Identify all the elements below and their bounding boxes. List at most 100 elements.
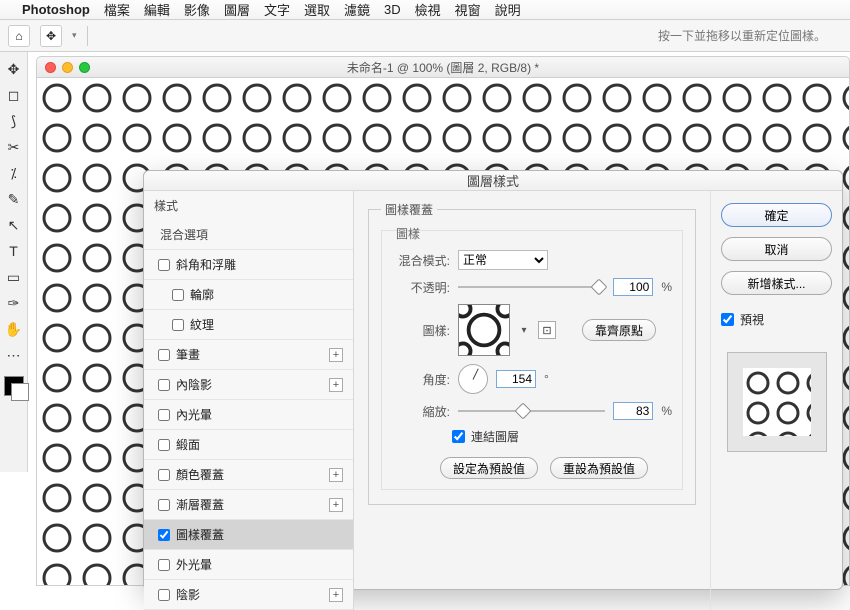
style-gradient-overlay[interactable]: 漸層覆蓋 + [144, 490, 353, 520]
path-tool-icon[interactable]: ↖ [3, 214, 25, 236]
link-layer-checkbox[interactable] [452, 430, 465, 443]
crop-tool-icon[interactable]: ✂ [3, 136, 25, 158]
lasso-tool-icon[interactable]: ⟆ [3, 110, 25, 132]
zoom-icon[interactable] [79, 62, 90, 73]
style-inner-shadow-checkbox[interactable] [158, 379, 170, 391]
add-inner-shadow-icon[interactable]: + [329, 378, 343, 392]
menu-file[interactable]: 檔案 [104, 0, 130, 19]
angle-input[interactable] [496, 370, 536, 388]
style-stroke-checkbox[interactable] [158, 349, 170, 361]
menu-edit[interactable]: 編輯 [144, 0, 170, 19]
preview-checkbox[interactable] [721, 313, 734, 326]
close-icon[interactable] [45, 62, 56, 73]
type-tool-icon[interactable]: T [3, 240, 25, 262]
style-outer-glow-checkbox[interactable] [158, 559, 170, 571]
menu-image[interactable]: 影像 [184, 0, 210, 19]
style-list: 樣式 混合選項 斜角和浮雕 輪廓 紋理 筆畫 + 內陰影 [144, 191, 354, 610]
eyedropper2-icon[interactable]: ✑ [3, 292, 25, 314]
style-bevel[interactable]: 斜角和浮雕 [144, 250, 353, 280]
opacity-slider[interactable] [458, 280, 605, 294]
marquee-tool-icon[interactable]: ◻ [3, 84, 25, 106]
angle-row: 角度: ° [392, 364, 672, 394]
toolbox: ✥ ◻ ⟆ ✂ ⁒ ✎ ↖ T ▭ ✑ ✋ ⋯ [0, 52, 28, 472]
move-tool-dropdown-icon[interactable]: ▾ [72, 30, 77, 41]
style-outer-glow[interactable]: 外光暈 [144, 550, 353, 580]
macos-menubar: Photoshop 檔案 編輯 影像 圖層 文字 選取 濾鏡 3D 檢視 視窗 … [0, 0, 850, 20]
menu-window[interactable]: 視窗 [455, 0, 481, 19]
styles-header[interactable]: 樣式 [144, 191, 353, 220]
document-title: 未命名-1 @ 100% (圖層 2, RGB/8) * [347, 59, 539, 76]
preview-label: 預視 [740, 311, 764, 328]
cancel-button[interactable]: 取消 [721, 237, 832, 261]
pattern-picker[interactable] [458, 304, 510, 356]
new-pattern-icon[interactable]: ⊡ [538, 321, 556, 339]
style-satin-checkbox[interactable] [158, 439, 170, 451]
ok-button[interactable]: 確定 [721, 203, 832, 227]
options-hint: 按一下並拖移以重新定位圖樣。 [658, 27, 826, 44]
menu-layer[interactable]: 圖層 [224, 0, 250, 19]
pattern-inner-group: 圖樣 混合模式: 正常 不透明: % [381, 230, 683, 490]
add-gradient-overlay-icon[interactable]: + [329, 498, 343, 512]
blend-options[interactable]: 混合選項 [144, 220, 353, 250]
style-contour-checkbox[interactable] [172, 289, 184, 301]
document-titlebar: 未命名-1 @ 100% (圖層 2, RGB/8) * [36, 56, 850, 78]
style-inner-glow-checkbox[interactable] [158, 409, 170, 421]
style-inner-shadow[interactable]: 內陰影 + [144, 370, 353, 400]
make-default-button[interactable]: 設定為預設值 [440, 457, 538, 479]
reset-default-button[interactable]: 重設為預設值 [550, 457, 648, 479]
hand-tool-icon[interactable]: ✋ [3, 318, 25, 340]
move-tool-icon[interactable]: ✥ [40, 25, 62, 47]
style-gradient-overlay-label: 漸層覆蓋 [176, 496, 224, 513]
add-color-overlay-icon[interactable]: + [329, 468, 343, 482]
home-icon[interactable]: ⌂ [8, 25, 30, 47]
blend-mode-label: 混合模式: [392, 252, 450, 269]
style-stroke[interactable]: 筆畫 + [144, 340, 353, 370]
style-drop-shadow[interactable]: 陰影 + [144, 580, 353, 610]
style-bevel-checkbox[interactable] [158, 259, 170, 271]
new-style-button[interactable]: 新增樣式... [721, 271, 832, 295]
angle-label: 角度: [392, 371, 450, 388]
style-texture[interactable]: 紋理 [144, 310, 353, 340]
style-pattern-overlay-checkbox[interactable] [158, 529, 170, 541]
pattern-overlay-group: 圖樣覆蓋 圖樣 混合模式: 正常 不透明: [368, 201, 696, 505]
app-name[interactable]: Photoshop [22, 2, 90, 17]
menu-view[interactable]: 檢視 [415, 0, 441, 19]
brush-tool-icon[interactable]: ✎ [3, 188, 25, 210]
style-color-overlay[interactable]: 顏色覆蓋 + [144, 460, 353, 490]
style-bevel-label: 斜角和浮雕 [176, 256, 236, 273]
pattern-dropdown-icon[interactable]: ▾ [518, 304, 530, 356]
menu-filter[interactable]: 濾鏡 [344, 0, 370, 19]
blend-mode-select[interactable]: 正常 [458, 250, 548, 270]
angle-dial[interactable] [458, 364, 488, 394]
pattern-label: 圖樣: [392, 322, 450, 339]
style-inner-glow[interactable]: 內光暈 [144, 400, 353, 430]
menu-3d[interactable]: 3D [384, 2, 401, 17]
style-gradient-overlay-checkbox[interactable] [158, 499, 170, 511]
more-tools-icon[interactable]: ⋯ [3, 344, 25, 366]
minimize-icon[interactable] [62, 62, 73, 73]
style-pattern-overlay[interactable]: 圖樣覆蓋 [144, 520, 353, 550]
eyedropper-tool-icon[interactable]: ⁒ [3, 162, 25, 184]
pattern-overlay-panel: 圖樣覆蓋 圖樣 混合模式: 正常 不透明: [354, 191, 710, 610]
menu-help[interactable]: 說明 [495, 0, 521, 19]
opacity-input[interactable] [613, 278, 653, 296]
blend-mode-row: 混合模式: 正常 [392, 250, 672, 270]
snap-origin-button[interactable]: 靠齊原點 [582, 319, 656, 341]
dialog-titlebar[interactable]: 圖層樣式 [144, 171, 842, 191]
style-color-overlay-checkbox[interactable] [158, 469, 170, 481]
scale-input[interactable] [613, 402, 653, 420]
move-tool-icon[interactable]: ✥ [3, 58, 25, 80]
menu-type[interactable]: 文字 [264, 0, 290, 19]
color-swatch[interactable] [4, 376, 24, 396]
style-contour[interactable]: 輪廓 [144, 280, 353, 310]
menu-select[interactable]: 選取 [304, 0, 330, 19]
style-satin[interactable]: 緞面 [144, 430, 353, 460]
rectangle-tool-icon[interactable]: ▭ [3, 266, 25, 288]
pattern-row: 圖樣: ▾ ⊡ 靠齊原點 [392, 304, 672, 356]
add-stroke-icon[interactable]: + [329, 348, 343, 362]
style-texture-checkbox[interactable] [172, 319, 184, 331]
scale-slider[interactable] [458, 404, 605, 418]
link-layer-label: 連結圖層 [471, 428, 519, 445]
style-outer-glow-label: 外光暈 [176, 556, 212, 573]
scale-row: 縮放: % [392, 402, 672, 420]
